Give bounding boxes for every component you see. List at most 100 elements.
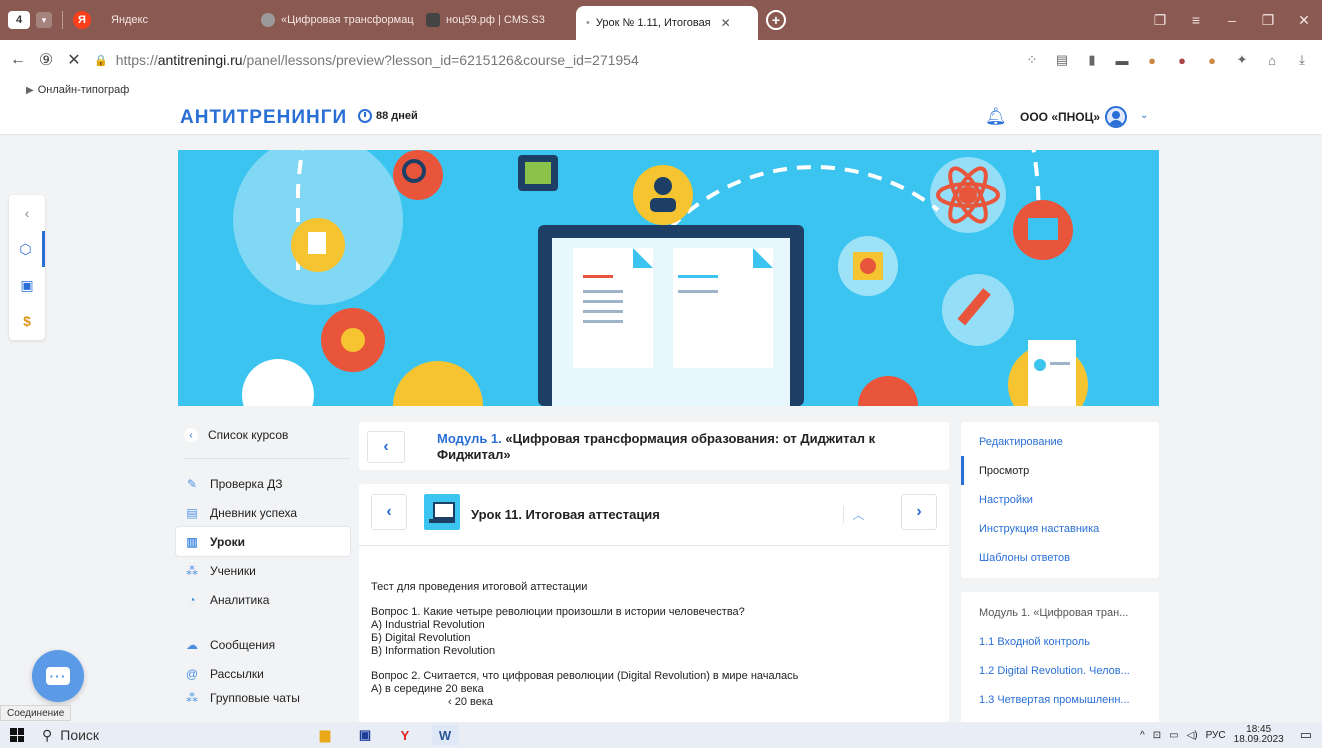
nav-mailings[interactable]: @ Рассылки <box>176 659 350 688</box>
close-window-icon[interactable]: ✕ <box>1286 12 1322 29</box>
org-name[interactable]: ООО «ПНОЦ» <box>1020 110 1100 124</box>
menu-icon[interactable]: ≡ <box>1178 12 1214 28</box>
chevron-down-icon[interactable]: ⌄ <box>1140 110 1148 121</box>
tab-close-icon[interactable]: ✕ <box>721 16 731 30</box>
tab-counter[interactable]: 4 <box>8 11 30 29</box>
toc-lesson[interactable]: 1.3 Четвертая промышленн... <box>961 685 1159 714</box>
collapse-left-icon[interactable]: ‹ <box>9 195 45 231</box>
new-tab-icon[interactable]: + <box>766 10 786 30</box>
tab-cms[interactable]: ноц59.рф | CMS.S3 <box>416 6 576 34</box>
nav-students[interactable]: ⁂ Ученики <box>176 556 350 585</box>
yandex-browser-icon[interactable]: Y <box>392 725 418 745</box>
module-title: Модуль 1. «Цифровая трансформация образо… <box>437 431 937 463</box>
action-mentor-instructions[interactable]: Инструкция наставника <box>961 514 1159 543</box>
bell-icon[interactable]: 🔔︎ <box>985 107 1007 127</box>
days-remaining[interactable]: 88 дней <box>358 109 418 123</box>
nav-label: Групповые чаты <box>210 691 300 705</box>
language-indicator[interactable]: РУС <box>1206 730 1226 741</box>
module-back-button[interactable]: ‹ <box>367 431 405 463</box>
stop-icon[interactable]: ✕ <box>60 50 88 70</box>
lesson-header: ‹ Урок 11. Итоговая аттестация ︿ › <box>359 484 949 546</box>
module-header: ‹ Модуль 1. «Цифровая трансформация обра… <box>359 422 949 470</box>
bookmark-typograph[interactable]: Онлайн-типограф <box>38 84 130 96</box>
lesson-card: ‹ Урок 11. Итоговая аттестация ︿ › Тест … <box>359 484 949 724</box>
back-to-courses[interactable]: ‹ Список курсов <box>176 420 350 450</box>
notifications-icon[interactable]: ▭ <box>1300 727 1312 743</box>
bookmarks-bar: ▶ Онлайн-типограф <box>0 80 1322 100</box>
action-preview[interactable]: Просмотр <box>961 456 1159 485</box>
nav-group-chats[interactable]: ⁂ Групповые чаты <box>176 688 350 708</box>
url-host: antitreningi.ru <box>157 52 243 68</box>
file-explorer-icon[interactable]: ▆ <box>312 725 338 745</box>
tab-label: Яндекс <box>111 14 148 26</box>
start-button[interactable] <box>0 728 34 742</box>
action-settings[interactable]: Настройки <box>961 485 1159 514</box>
avatar[interactable] <box>1105 106 1127 128</box>
clock[interactable]: 18:45 18.09.2023 <box>1234 725 1284 745</box>
chevron-up-icon[interactable]: ^ <box>1140 730 1145 741</box>
lock-icon[interactable]: 🔒 <box>94 54 108 67</box>
tab-label: Урок № 1.11, Итоговая <box>595 17 711 29</box>
display-icon[interactable]: ▭ <box>1169 730 1178 741</box>
video-icon[interactable]: ▣ <box>9 267 45 303</box>
extension-icon[interactable]: ● <box>1202 50 1222 70</box>
reader-icon[interactable]: ▤ <box>1052 50 1072 70</box>
answer-option: А) Industrial Revolution <box>371 619 485 631</box>
extension-icon[interactable]: ● <box>1142 50 1162 70</box>
edit-icon: ✎ <box>186 476 198 491</box>
word-icon[interactable]: W <box>432 725 458 745</box>
toc-lesson[interactable]: 1.2 Digital Revolution. Челов... <box>961 656 1159 685</box>
side-navigation: ‹ Список курсов ✎ Проверка ДЗ ▤ Дневник … <box>176 420 350 708</box>
toc-module[interactable]: Модуль 1. «Цифровая тран... <box>961 598 1159 627</box>
extension-icon[interactable]: ▬ <box>1112 50 1132 70</box>
windows-icon <box>10 728 24 742</box>
typograph-icon: ▶ <box>26 84 34 96</box>
site-logo[interactable]: АНТИТРЕНИНГИ <box>180 107 347 129</box>
collections-icon[interactable]: ❐ <box>1142 12 1178 29</box>
chat-button[interactable]: ··· <box>32 650 84 702</box>
back-icon[interactable]: ← <box>4 51 32 69</box>
taskbar-search[interactable]: ⚲ Поиск <box>42 727 282 744</box>
nav-messages[interactable]: ☁ Сообщения <box>176 630 350 659</box>
at-icon: @ <box>185 666 199 681</box>
restore-icon[interactable]: ❐ <box>1250 12 1286 29</box>
tab-lesson-active[interactable]: • Урок № 1.11, Итоговая ✕ <box>576 6 758 40</box>
save-app-icon[interactable]: ▣ <box>352 725 378 745</box>
extension-icon[interactable]: ⌂ <box>1262 50 1282 70</box>
yandex-button-icon[interactable]: ⑨ <box>32 50 60 70</box>
chevron-up-icon[interactable]: ︿ <box>843 506 873 523</box>
site-header: АНТИТРЕНИНГИ 88 дней 🔔︎ ООО «ПНОЦ» ⌄ <box>0 100 1322 135</box>
window-controls: ❐ ≡ – ❐ ✕ <box>1142 0 1322 40</box>
dollar-icon[interactable]: $ <box>9 303 45 339</box>
nav-homework-check[interactable]: ✎ Проверка ДЗ <box>176 469 350 498</box>
network-icon[interactable]: ⊡ <box>1153 730 1161 741</box>
bookmark-icon[interactable]: ▮ <box>1082 50 1102 70</box>
search-icon: ⚲ <box>42 726 53 743</box>
nav-success-diary[interactable]: ▤ Дневник успеха <box>176 498 350 527</box>
tabs-dropdown-icon[interactable]: ▾ <box>36 12 52 28</box>
lesson-title: Урок 11. Итоговая аттестация <box>471 507 660 522</box>
tab-dot-icon: • <box>586 17 590 29</box>
apps-icon[interactable]: ⁘ <box>1022 50 1042 70</box>
extension-icon[interactable]: ● <box>1172 50 1192 70</box>
minimize-icon[interactable]: – <box>1214 12 1250 28</box>
address-bar: ← ⑨ ✕ 🔒 https://antitreningi.ru/panel/le… <box>0 40 1322 80</box>
url-field[interactable]: https://antitreningi.ru/panel/lessons/pr… <box>116 52 639 68</box>
prev-lesson-button[interactable]: ‹ <box>371 494 407 530</box>
tab-course[interactable]: «Цифровая трансформац <box>251 6 416 34</box>
users-icon: ⁂ <box>186 563 198 578</box>
action-answer-templates[interactable]: Шаблоны ответов <box>961 543 1159 572</box>
courses-icon[interactable]: ⬡ <box>9 231 45 267</box>
download-icon[interactable]: ⤓ <box>1292 50 1312 70</box>
nav-analytics[interactable]: ◔ Аналитика <box>176 585 350 614</box>
nav-lessons[interactable]: ▥ Уроки <box>176 527 350 556</box>
volume-icon[interactable]: ◁) <box>1187 730 1198 741</box>
next-lesson-button[interactable]: › <box>901 494 937 530</box>
action-edit[interactable]: Редактирование <box>961 427 1159 456</box>
tab-yandex[interactable]: Яндекс <box>101 6 251 34</box>
yandex-logo-icon[interactable]: Я <box>73 11 91 29</box>
question-2: Вопрос 2. Считается, что цифровая револю… <box>371 670 799 682</box>
extension-icon[interactable]: ✦ <box>1232 50 1252 70</box>
answer-option: Б) Digital Revolution <box>371 632 471 644</box>
toc-lesson[interactable]: 1.1 Входной контроль <box>961 627 1159 656</box>
